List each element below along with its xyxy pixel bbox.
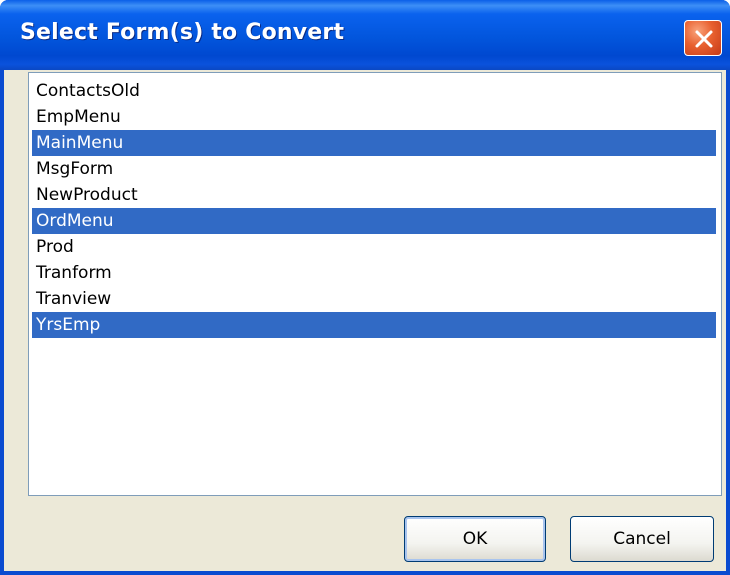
ok-button[interactable]: OK — [404, 516, 546, 562]
dialog-title: Select Form(s) to Convert — [20, 20, 345, 45]
list-item-ordmenu[interactable]: OrdMenu — [32, 208, 716, 234]
list-item-contactsold[interactable]: ContactsOld — [32, 78, 716, 104]
forms-listbox[interactable]: ContactsOld EmpMenu MainMenu MsgForm New… — [28, 72, 722, 496]
list-item-mainmenu[interactable]: MainMenu — [32, 130, 716, 156]
list-item-yrsemp[interactable]: YrsEmp — [32, 312, 716, 338]
list-item-tranview[interactable]: Tranview — [32, 286, 716, 312]
close-icon — [695, 30, 713, 48]
title-bar[interactable]: Select Form(s) to Convert — [0, 0, 730, 70]
list-item-prod[interactable]: Prod — [32, 234, 716, 260]
close-button[interactable] — [684, 20, 722, 56]
list-item-tranform[interactable]: Tranform — [32, 260, 716, 286]
cancel-button[interactable]: Cancel — [570, 516, 714, 562]
list-item-newproduct[interactable]: NewProduct — [32, 182, 716, 208]
list-item-msgform[interactable]: MsgForm — [32, 156, 716, 182]
list-item-empmenu[interactable]: EmpMenu — [32, 104, 716, 130]
